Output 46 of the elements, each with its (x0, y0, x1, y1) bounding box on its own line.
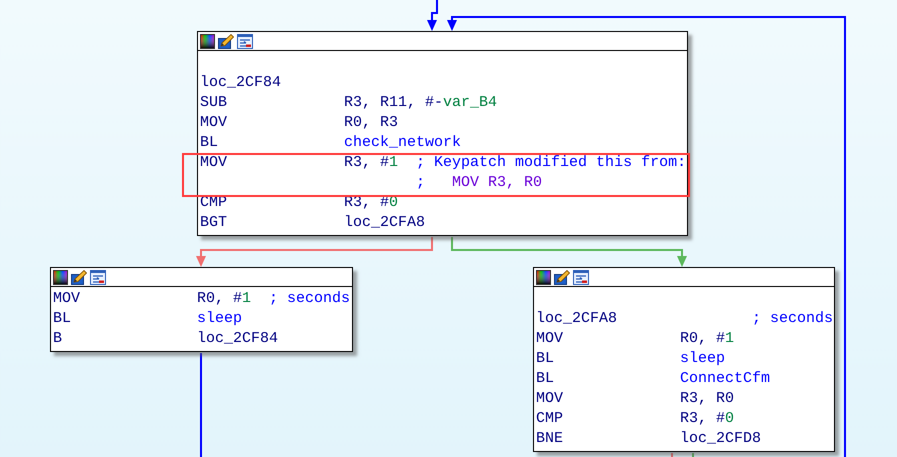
operand-text: R0, #1 (680, 329, 734, 349)
mnemonic-text: MOV (200, 114, 228, 131)
comment-text: ; seconds (269, 289, 350, 309)
operand-text: R3, #0 (680, 409, 734, 429)
graph-icon (90, 270, 106, 284)
palette-icon (53, 270, 68, 284)
mnemonic-text: MOV (53, 290, 80, 307)
mnemonic-text: MOV (200, 154, 228, 171)
mnemonic-text: MOV (536, 330, 564, 347)
operand-text: ConnectCfm (680, 369, 770, 389)
operand-text: R0, R3 (344, 113, 398, 133)
mnemonic-text: BNE (536, 430, 564, 447)
graph-icon (237, 34, 253, 48)
comment-text: ; MOV R3, R0 (416, 173, 542, 193)
operand-text: R3, R11, #-var_B4 (344, 93, 498, 113)
operand-text: sleep (197, 309, 242, 329)
label-text: loc_2CF84 (200, 73, 282, 93)
flow-line (671, 453, 673, 457)
mnemonic-text: SUB (200, 94, 228, 111)
operand-text: R0, #1 (197, 289, 252, 309)
operand-text: R3, R0 (680, 389, 734, 409)
pencil-icon (218, 34, 234, 48)
mnemonic-text: CMP (536, 410, 564, 427)
flow-arrow (427, 0, 438, 31)
mnemonic-text: MOV (536, 390, 564, 407)
graph-icon (573, 270, 589, 284)
mnemonic-text: B (53, 330, 62, 347)
operand-text: loc_2CFA8 (344, 213, 426, 233)
mnemonic-text: BL (53, 310, 72, 327)
operand-text: loc_2CF84 (197, 329, 278, 349)
pencil-icon (554, 270, 570, 284)
operand-text: check_network (344, 133, 462, 153)
mnemonic-text: BL (200, 134, 218, 151)
pencil-icon (71, 270, 87, 284)
operand-text: loc_2CFD8 (680, 429, 762, 449)
mnemonic-text: BL (536, 370, 554, 387)
palette-icon (200, 34, 215, 48)
comment-text: ; Keypatch modified this from: (416, 153, 686, 173)
label-text: loc_2CFA8 (536, 309, 618, 329)
palette-icon (536, 270, 551, 284)
mnemonic-text: BGT (200, 214, 228, 231)
operand-text: R3, #1 (344, 153, 398, 173)
operand-text: sleep (680, 349, 726, 369)
flow-line (692, 453, 694, 457)
comment-text: ; seconds (752, 309, 834, 329)
mnemonic-text: BL (536, 350, 554, 367)
